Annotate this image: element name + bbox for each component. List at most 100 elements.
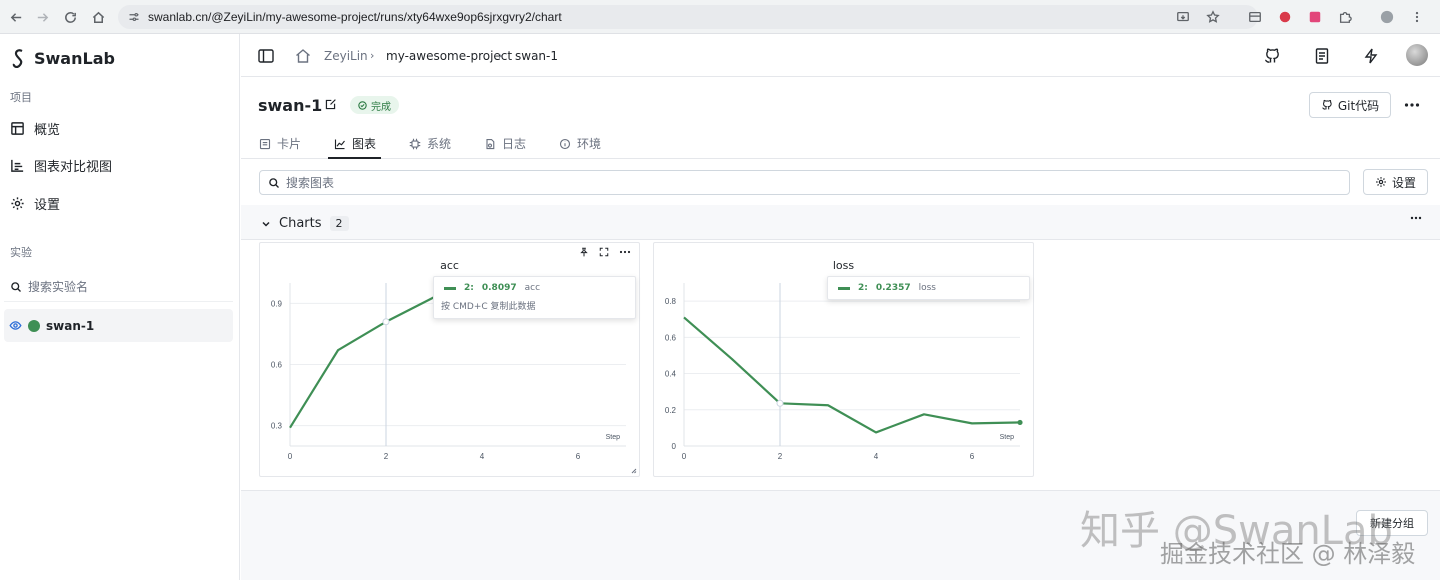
card-icon: [259, 138, 271, 149]
chart-card-acc[interactable]: acc 0.3 0.6 0.9 0 2 4 6 Step 2: 0.8097 acc 按 CM…: [259, 242, 640, 477]
more-options-icon[interactable]: [1404, 99, 1420, 111]
experiment-color-dot[interactable]: [28, 319, 40, 332]
x-axis-label: Step: [1000, 434, 1015, 441]
y-tick-label: 0.6: [271, 361, 283, 370]
experiment-search-input[interactable]: 搜索实验名: [4, 272, 233, 302]
tab-system[interactable]: 系统: [409, 135, 451, 152]
git-code-label: Git代码: [1337, 98, 1380, 113]
home-icon[interactable]: [294, 47, 312, 65]
url-text: swanlab.cn/@ZeyiLin/my-awesome-project/r…: [148, 10, 562, 24]
back-icon[interactable]: [2, 3, 30, 31]
sidebar-item-settings[interactable]: 设置: [10, 194, 60, 213]
extensions-puzzle-icon[interactable]: [1332, 5, 1358, 29]
git-code-button[interactable]: Git代码: [1309, 92, 1391, 118]
edit-icon[interactable]: [324, 98, 337, 111]
install-app-icon[interactable]: [1170, 5, 1196, 29]
search-icon: [11, 281, 21, 292]
site-info-icon[interactable]: [128, 11, 140, 23]
chart-group-header[interactable]: Charts 2: [261, 216, 349, 231]
breadcrumb-project[interactable]: my-awesome-project: [386, 49, 512, 63]
x-tick-label: 2: [778, 452, 783, 461]
hover-point: [382, 318, 390, 326]
group-name: Charts: [279, 216, 322, 231]
reload-icon[interactable]: [56, 3, 84, 31]
x-tick-label: 6: [970, 452, 975, 461]
tab-cards[interactable]: 卡片: [259, 135, 301, 152]
profile-avatar-icon[interactable]: [1374, 5, 1400, 29]
status-badge: 完成: [350, 96, 399, 114]
chevron-right-icon: ›: [370, 49, 375, 62]
lightning-icon[interactable]: [1362, 47, 1380, 65]
series-swatch: [444, 286, 456, 290]
chart-card-loss[interactable]: loss 0 0.2 0.4 0.6 0.8 0 2 4 6 Step 2: 0.2357 los…: [653, 242, 1034, 477]
chart-tooltip: 2: 0.8097 acc 按 CMD+C 复制此数据: [433, 276, 636, 319]
resize-handle-icon[interactable]: [631, 468, 637, 474]
tab-environment[interactable]: 环境: [559, 135, 601, 152]
eye-icon[interactable]: [9, 319, 22, 332]
sidebar: SwanLab 项目 概览 图表对比视图 设置 实验 搜索实验名 swan-1: [0, 34, 240, 580]
address-bar[interactable]: swanlab.cn/@ZeyiLin/my-awesome-project/r…: [118, 5, 1258, 29]
breadcrumb-run[interactable]: swan-1: [515, 49, 558, 63]
y-tick-label: 0.4: [665, 370, 677, 379]
browser-toolbar: swanlab.cn/@ZeyiLin/my-awesome-project/r…: [0, 0, 1440, 34]
hover-point: [776, 399, 784, 407]
sidebar-item-chart-compare[interactable]: 图表对比视图: [10, 156, 112, 175]
tooltip-value: 0.8097: [481, 283, 517, 293]
chevron-right-icon: ›: [498, 49, 503, 62]
tab-charts[interactable]: 图表: [334, 135, 376, 152]
status-text: 完成: [371, 101, 391, 113]
y-tick-label: 0.3: [271, 422, 283, 431]
logo-text: SwanLab: [34, 48, 115, 68]
tooltip-value: 0.2357: [875, 283, 911, 293]
x-tick-label: 4: [480, 452, 485, 461]
swan-logo-icon: [12, 49, 23, 68]
gear-icon: [11, 197, 24, 210]
extension-window-icon[interactable]: [1242, 5, 1268, 29]
chart-search-input[interactable]: 搜索图表: [259, 170, 1350, 195]
tab-bar: 卡片 图表 系统 日志 环境: [241, 124, 1440, 159]
user-avatar[interactable]: [1406, 44, 1428, 66]
table-icon: [11, 122, 24, 135]
extension-pink-icon[interactable]: [1302, 5, 1328, 29]
x-tick-label: 6: [576, 452, 581, 461]
tab-label: 图表: [352, 137, 377, 151]
project-section-label: 项目: [10, 91, 32, 104]
tab-label: 环境: [577, 137, 602, 151]
breadcrumb-user[interactable]: ZeyiLin: [324, 49, 368, 63]
series-swatch: [838, 286, 850, 290]
github-icon[interactable]: [1263, 47, 1281, 65]
tooltip-series-name: acc: [524, 283, 541, 293]
info-icon: [559, 138, 571, 149]
top-bar: ZeyiLin › my-awesome-project › swan-1: [241, 34, 1440, 77]
search-icon: [269, 177, 279, 188]
group-more-icon[interactable]: [1410, 213, 1422, 223]
y-tick-label: 0.2: [665, 406, 677, 415]
experiment-name[interactable]: swan-1: [46, 319, 94, 333]
tooltip-step: 2:: [858, 283, 868, 293]
browser-menu-icon[interactable]: [1404, 5, 1430, 29]
tab-label: 卡片: [277, 137, 302, 151]
experiment-section-label: 实验: [10, 246, 32, 259]
y-tick-label: 0.8: [665, 297, 677, 306]
forward-icon[interactable]: [28, 3, 56, 31]
chart-tooltip: 2: 0.2357 loss: [827, 276, 1030, 300]
bookmark-star-icon[interactable]: [1200, 5, 1226, 29]
tab-logs[interactable]: 日志: [484, 135, 526, 152]
check-circle-icon: [358, 100, 367, 110]
chart-settings-button[interactable]: 设置: [1363, 169, 1428, 195]
document-icon[interactable]: [1313, 47, 1331, 65]
series-line-loss: [683, 316, 1021, 434]
chevron-down-icon[interactable]: [261, 219, 271, 229]
x-tick-label: 0: [682, 452, 687, 461]
watermark-secondary: 掘金技术社区 @ 林泽毅: [1160, 540, 1416, 568]
swanlab-logo[interactable]: SwanLab: [10, 48, 115, 68]
tab-label: 日志: [502, 137, 527, 151]
experiment-row[interactable]: swan-1: [4, 309, 233, 342]
y-tick-label: 0.6: [665, 333, 677, 342]
sidebar-item-label: 图表对比视图: [34, 160, 113, 175]
sidebar-item-overview[interactable]: 概览: [10, 119, 60, 138]
extension-red-icon[interactable]: [1272, 5, 1298, 29]
home-icon[interactable]: [84, 3, 112, 31]
sidebar-toggle-icon[interactable]: [257, 47, 275, 65]
x-axis-label: Step: [606, 434, 621, 441]
